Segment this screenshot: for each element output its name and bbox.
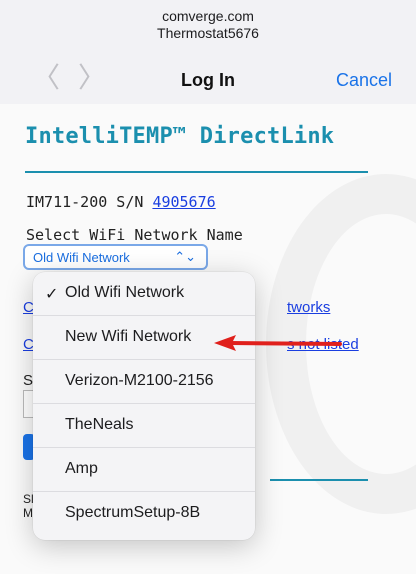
option-label: TheNeals — [65, 416, 134, 433]
browser-header: comverge.com Thermostat5676 〈 〉 Log In C… — [0, 0, 416, 105]
site-domain: comverge.com — [162, 8, 254, 24]
model-label: IM711-200 S/N — [26, 193, 153, 211]
option-label: SpectrumSetup-8B — [65, 504, 201, 521]
red-arrow-icon — [214, 335, 342, 351]
dropdown-option[interactable]: ✓ Old Wifi Network — [33, 272, 255, 316]
option-label: New Wifi Network — [65, 328, 192, 345]
model-serial: IM711-200 S/N 4905676 — [26, 193, 216, 211]
lower-divider — [270, 479, 368, 481]
cancel-button[interactable]: Cancel — [336, 70, 392, 91]
brand-divider — [25, 171, 368, 173]
select-chevron-icon: ⌃⌄ — [174, 249, 196, 264]
network-dropdown-menu: ✓ Old Wifi Network New Wifi Network Veri… — [33, 272, 255, 540]
option-label: Verizon-M2100-2156 — [65, 372, 214, 389]
field-label: S — [23, 372, 34, 389]
dropdown-option[interactable]: TheNeals — [33, 404, 255, 448]
serial-link[interactable]: 4905676 — [152, 193, 215, 211]
selected-network: Old Wifi Network — [33, 250, 130, 265]
checkmark-icon: ✓ — [45, 286, 59, 303]
select-network-label: Select WiFi Network Name — [26, 226, 243, 244]
option-label: Old Wifi Network — [65, 284, 185, 301]
dropdown-option[interactable]: Verizon-M2100-2156 — [33, 360, 255, 404]
network-select[interactable]: Old Wifi Network ⌃⌄ — [23, 244, 208, 270]
brand-title: IntelliTEMP™ DirectLink — [25, 124, 335, 149]
link-1-right[interactable]: tworks — [287, 299, 330, 316]
dropdown-option[interactable]: Amp — [33, 448, 255, 492]
option-label: Amp — [65, 460, 98, 477]
dropdown-option[interactable]: SpectrumSetup-8B — [33, 492, 255, 536]
page-title: Thermostat5676 — [157, 25, 259, 41]
